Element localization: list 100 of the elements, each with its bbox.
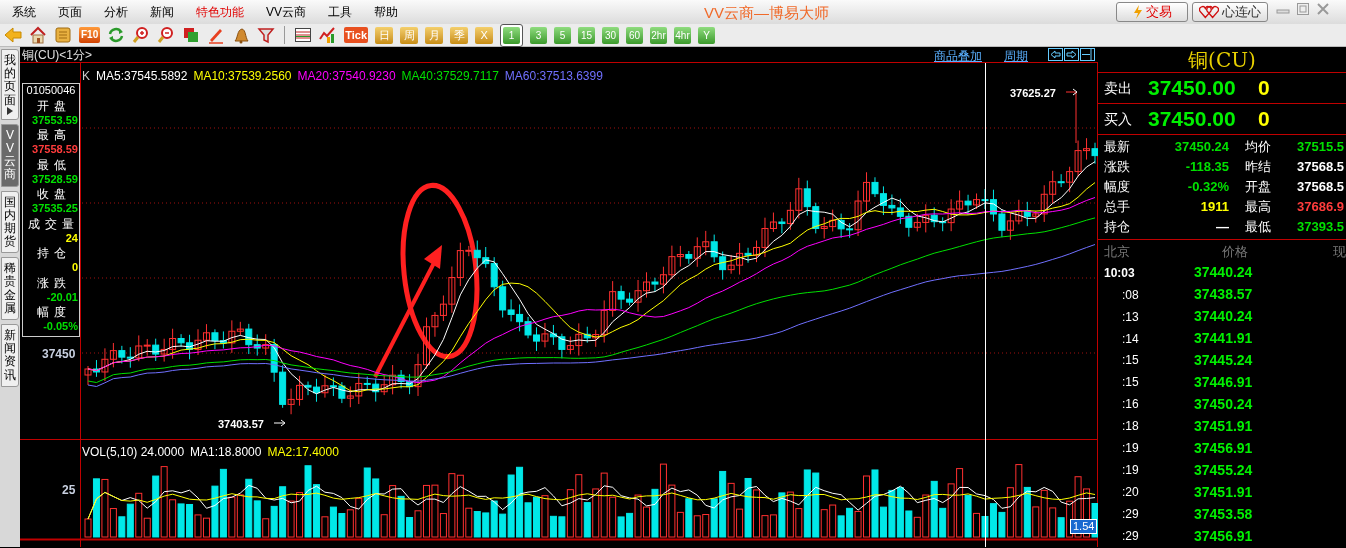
- ask-label: 卖出: [1104, 78, 1133, 98]
- volume-axis-label: 25: [62, 482, 76, 499]
- info-value: 37553.59: [32, 113, 79, 127]
- info-value: -20.01: [46, 290, 79, 304]
- stat-value: —: [1215, 218, 1229, 237]
- chart-type-label: K: [82, 68, 90, 85]
- tick-time: :18: [1121, 418, 1140, 436]
- bid-price: 37450.00: [1148, 106, 1237, 133]
- stat-value: 1911: [1199, 198, 1229, 217]
- timeframe-button[interactable]: 3: [530, 26, 548, 44]
- side-tab[interactable]: VV云商: [1, 123, 19, 187]
- info-label: 开盘: [35, 97, 72, 114]
- tick-price: 37456.91: [1194, 438, 1253, 458]
- timeframe-button[interactable]: 4hr: [674, 26, 692, 44]
- timeframe-button[interactable]: 60: [626, 26, 644, 44]
- stat-value: 37515.5: [1297, 138, 1344, 157]
- info-label: 最高: [35, 127, 72, 143]
- stat-label: 幅度: [1104, 178, 1131, 197]
- ask-price: 37450.00: [1148, 75, 1237, 102]
- timeframe-button[interactable]: 1: [500, 23, 524, 47]
- stat-value: 37568.5: [1297, 178, 1344, 197]
- tick-time: :08: [1121, 286, 1140, 304]
- volume-ratio-badge: 1.54: [1070, 519, 1098, 534]
- tick-price: 37440.24: [1194, 263, 1253, 283]
- info-label: 最低: [35, 156, 72, 173]
- menu-item[interactable]: 系统: [12, 3, 36, 21]
- menu-item[interactable]: 分析: [104, 3, 128, 21]
- info-value: 24: [65, 231, 79, 245]
- tick-time: :15: [1121, 352, 1140, 370]
- timeframe-button[interactable]: 5: [554, 26, 572, 44]
- chart-link[interactable]: 周期: [1004, 47, 1028, 65]
- stat-label: 最新: [1104, 138, 1131, 157]
- tick-price: 37438.57: [1194, 285, 1253, 305]
- tick-time: :14: [1121, 330, 1140, 348]
- instrument-code: 01050046: [25, 84, 77, 98]
- bid-volume: 0: [1258, 106, 1270, 133]
- moving-average-value: MA10:37539.2560: [193, 68, 292, 85]
- info-value: 37558.59: [32, 143, 79, 157]
- timeframe-button[interactable]: Y: [698, 26, 716, 44]
- info-label: 成交量: [27, 215, 79, 232]
- f10-icon[interactable]: F10: [79, 27, 101, 43]
- stat-label: 开盘: [1245, 178, 1272, 197]
- menu-item[interactable]: VV云商: [266, 3, 306, 21]
- info-label: 收盘: [35, 186, 72, 202]
- stat-label: 涨跌: [1104, 158, 1131, 177]
- moving-average-value: MA5:37545.5892: [96, 68, 188, 85]
- side-tab[interactable]: 新闻资讯: [1, 324, 19, 387]
- stat-value: -118.35: [1184, 158, 1229, 177]
- tick-time: :29: [1121, 528, 1140, 546]
- tick-time: :15: [1121, 374, 1140, 392]
- stat-label: 最低: [1245, 218, 1272, 237]
- stat-value: 37686.9: [1297, 198, 1344, 217]
- info-value: 0: [71, 261, 79, 275]
- moving-average-value: MA60:37513.6399: [504, 68, 603, 85]
- stat-label: 均价: [1245, 138, 1272, 157]
- ask-volume: 0: [1258, 75, 1270, 102]
- timeframe-button[interactable]: 30: [602, 26, 620, 44]
- bid-label: 买入: [1104, 109, 1133, 129]
- tick-time: :19: [1121, 462, 1140, 480]
- tick-price: 37440.24: [1194, 307, 1253, 327]
- moving-average-value: MA40:37529.7117: [401, 68, 499, 85]
- timeframe-button[interactable]: 2hr: [650, 26, 668, 44]
- side-tab[interactable]: 稀贵金属: [1, 257, 19, 320]
- tick-price: 37453.58: [1194, 504, 1253, 524]
- info-value: 37535.25: [32, 202, 79, 216]
- volume-value: VOL(5,10) 24.0000: [82, 444, 185, 461]
- tick-price: 37451.91: [1194, 482, 1253, 502]
- volume-value: MA1:18.8000: [190, 444, 262, 461]
- info-value: 37528.59: [32, 172, 79, 186]
- tick-price: 37450.24: [1194, 394, 1253, 414]
- low-price-label: 37403.57: [218, 417, 264, 432]
- menu-item[interactable]: 页面: [58, 3, 82, 21]
- menu-item[interactable]: 工具: [328, 3, 352, 21]
- stat-label: 持仓: [1104, 218, 1131, 237]
- connect-button[interactable]: 心连心: [1192, 2, 1268, 22]
- menu-item[interactable]: 特色功能: [196, 3, 244, 21]
- tick-price: 37441.91: [1194, 329, 1253, 349]
- stat-label: 昨结: [1245, 158, 1272, 177]
- menu-item[interactable]: 帮助: [374, 3, 398, 21]
- stat-value: 37568.5: [1297, 158, 1344, 177]
- stat-label: 最高: [1245, 198, 1272, 217]
- stat-value: -0.32%: [1186, 178, 1229, 197]
- menu-item[interactable]: 新闻: [150, 3, 174, 21]
- instrument-title: 铜(CU): [1098, 47, 1346, 73]
- tick-time: :29: [1121, 506, 1140, 524]
- column-header: 北京: [1104, 242, 1131, 261]
- side-tab[interactable]: 我的页面: [1, 49, 19, 120]
- info-label: 持仓: [35, 245, 72, 261]
- tick-price: 37455.24: [1194, 460, 1253, 480]
- chart-title: 铜(CU)<1分>: [21, 46, 92, 64]
- tick-icon[interactable]: Tick: [344, 27, 369, 43]
- side-tab[interactable]: 国内期货: [1, 190, 19, 254]
- timeframe-button[interactable]: 15: [578, 26, 596, 44]
- volume-value: MA2:17.4000: [267, 444, 339, 461]
- tick-price: 37451.91: [1194, 416, 1253, 436]
- chart-link[interactable]: 商品叠加: [934, 47, 982, 65]
- tick-time: :20: [1121, 484, 1140, 502]
- info-label: 幅度: [35, 304, 72, 320]
- trade-button[interactable]: 交易: [1116, 2, 1188, 22]
- price-axis-label: 37450: [42, 346, 76, 363]
